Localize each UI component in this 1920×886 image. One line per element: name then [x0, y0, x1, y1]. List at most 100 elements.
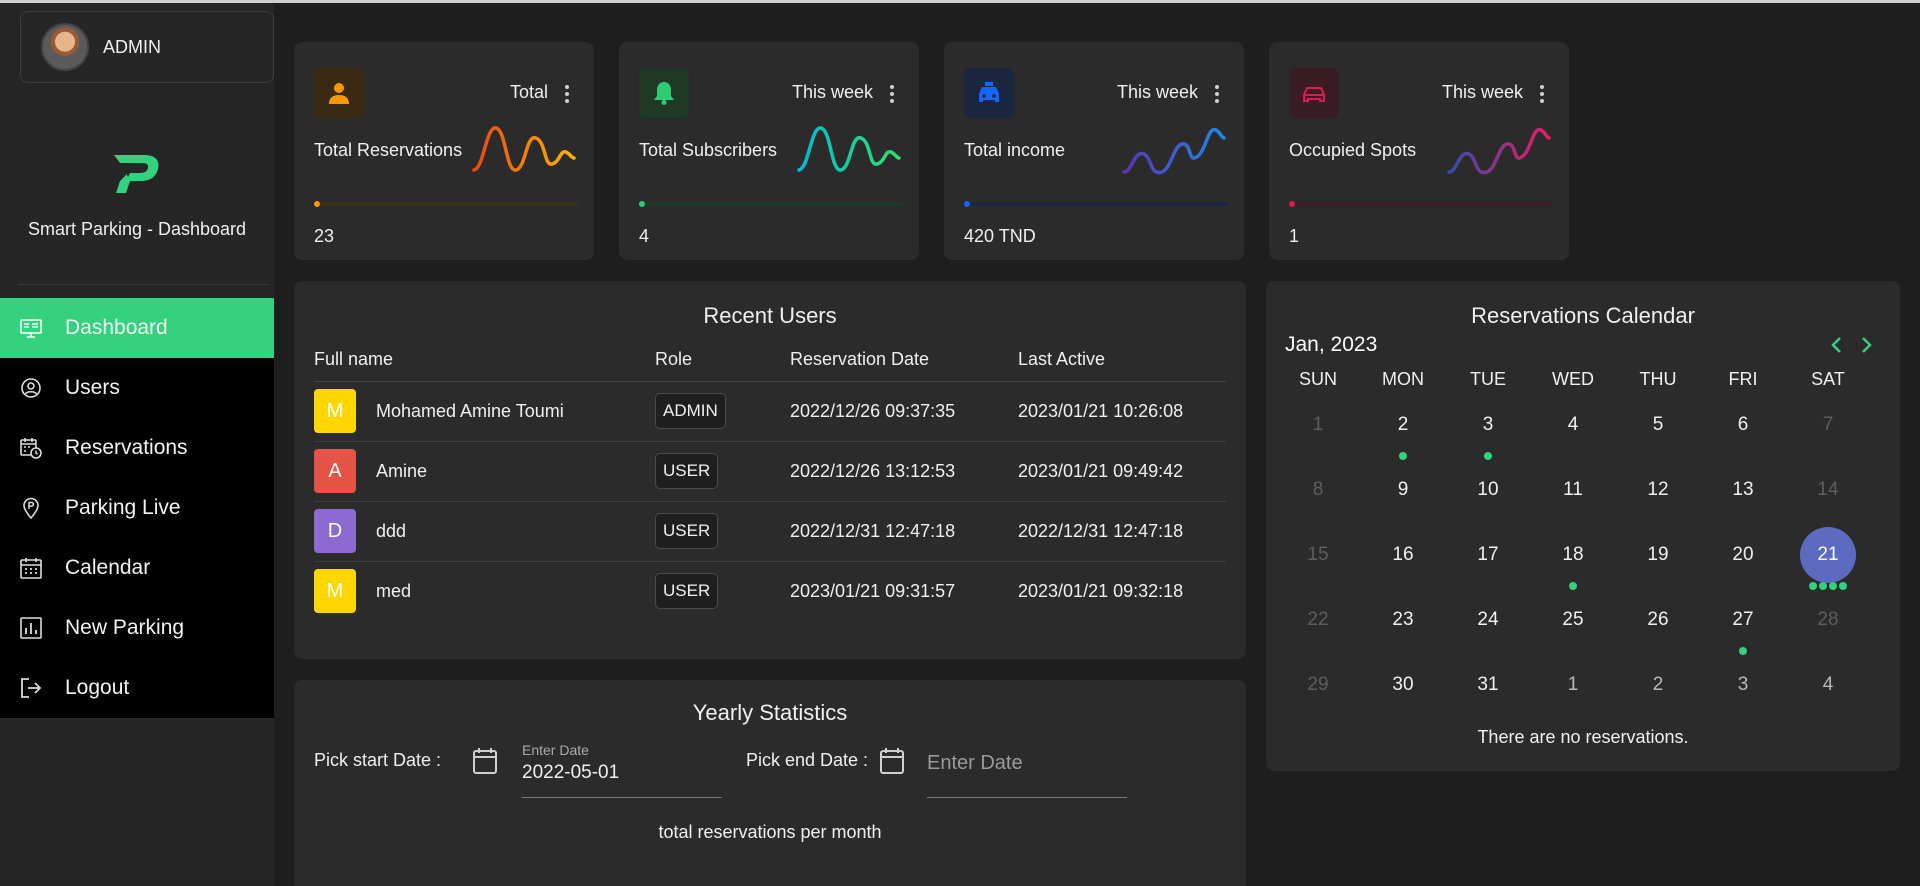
chevron-right-icon[interactable] — [1856, 333, 1878, 357]
user-initial-avatar: M — [314, 389, 356, 433]
reservation-date: 2022/12/26 13:12:53 — [790, 441, 1018, 502]
calendar-day[interactable]: 2 — [1630, 657, 1686, 713]
calendar-day[interactable]: 11 — [1545, 462, 1601, 518]
column-header: Full name — [314, 347, 655, 382]
sparkline — [1447, 127, 1551, 175]
calendar-day[interactable]: 1 — [1545, 657, 1601, 713]
calendar-day[interactable]: 23 — [1375, 592, 1431, 648]
last-active: 2022/12/31 12:47:18 — [1018, 501, 1226, 562]
more-menu-icon[interactable] — [1212, 82, 1222, 106]
stat-period: Total — [509, 82, 548, 102]
sidebar-item-dashboard[interactable]: Dashboard — [0, 298, 274, 358]
calendar-icon[interactable] — [879, 747, 905, 775]
sidebar-item-label: Logout — [65, 676, 130, 699]
sidebar-item-logout[interactable]: Logout — [0, 658, 274, 718]
calendar-day[interactable]: 2 — [1375, 397, 1431, 460]
reservation-dots — [1800, 582, 1856, 590]
calendar-day[interactable]: 21 — [1800, 527, 1856, 590]
more-menu-icon[interactable] — [887, 82, 897, 106]
more-menu-icon[interactable] — [562, 82, 572, 106]
panel-title: Recent Users — [703, 303, 837, 328]
calendar-day[interactable]: 3 — [1715, 657, 1771, 713]
start-date-floating-label: Enter Date — [522, 742, 589, 758]
stat-period: This week — [1441, 82, 1523, 102]
chevron-left-icon[interactable] — [1825, 333, 1847, 357]
divider — [18, 284, 268, 285]
weekday-header: MON — [1382, 369, 1424, 389]
reservation-dots — [1545, 582, 1601, 590]
calendar-day[interactable]: 5 — [1630, 397, 1686, 453]
stat-card-occupied: This week Occupied Spots 1 — [1269, 42, 1569, 260]
calendar-day[interactable]: 15 — [1290, 527, 1346, 583]
sidebar-item-reservations[interactable]: Reservations — [0, 418, 274, 478]
calendar-day[interactable]: 29 — [1290, 657, 1346, 713]
end-date-field[interactable]: Enter Date — [927, 742, 1127, 798]
calendar-day[interactable]: 14 — [1800, 462, 1856, 518]
calendar-day[interactable]: 4 — [1545, 397, 1601, 453]
calendar-day[interactable]: 22 — [1290, 592, 1346, 648]
calendar-day[interactable]: 7 — [1800, 397, 1856, 453]
calendar-day[interactable]: 13 — [1715, 462, 1771, 518]
sidebar-item-users[interactable]: Users — [0, 358, 274, 418]
sidebar-item-parking-live[interactable]: Parking Live — [0, 478, 274, 538]
taxi-icon — [964, 68, 1014, 118]
calendar-day[interactable]: 1 — [1290, 397, 1346, 453]
calendar-day[interactable]: 8 — [1290, 462, 1346, 518]
calendar-day[interactable]: 27 — [1715, 592, 1771, 655]
calendar-day[interactable]: 17 — [1460, 527, 1516, 583]
table-row[interactable]: M Mohamed Amine Toumi ADMIN 2022/12/26 09… — [314, 381, 1226, 442]
user-name: Amine — [376, 460, 428, 481]
sidebar-item-label: Parking Live — [65, 496, 181, 519]
sidebar-item-label: Dashboard — [65, 316, 168, 339]
calendar-day[interactable]: 30 — [1375, 657, 1431, 713]
role-badge: ADMIN — [655, 393, 726, 429]
stat-value: 4 — [639, 226, 650, 246]
table-row[interactable]: Dddd USER 2022/12/31 12:47:18 2022/12/31… — [314, 501, 1226, 562]
calendar-day[interactable]: 9 — [1375, 462, 1431, 518]
stat-card-subscribers: This week Total Subscribers 4 — [619, 42, 919, 260]
calendar-day[interactable]: 31 — [1460, 657, 1516, 713]
weekday-header: SUN — [1298, 369, 1337, 389]
progress-bar — [314, 201, 578, 207]
weekday-header: THU — [1639, 369, 1677, 389]
panel-title: Reservations Calendar — [1471, 303, 1695, 328]
weekday-header: TUE — [1470, 369, 1506, 389]
chart-icon — [20, 617, 42, 639]
monitor-icon — [20, 317, 42, 339]
calendar-icon — [20, 557, 42, 579]
calendar-day[interactable]: 24 — [1460, 592, 1516, 648]
calendar-day[interactable]: 19 — [1630, 527, 1686, 583]
admin-profile[interactable]: ADMIN — [20, 11, 274, 83]
location-pin-icon — [20, 497, 42, 519]
calendar-day[interactable]: 28 — [1800, 592, 1856, 648]
sidebar-item-label: Users — [65, 376, 120, 399]
calendar-icon[interactable] — [472, 747, 498, 775]
calendar-day[interactable]: 25 — [1545, 592, 1601, 648]
calendar-day[interactable]: 20 — [1715, 527, 1771, 583]
calendar-day[interactable]: 3 — [1460, 397, 1516, 460]
sidebar-item-new-parking[interactable]: New Parking — [0, 598, 274, 658]
user-initial-avatar: D — [314, 509, 356, 553]
reservations-calendar: Reservations Calendar Jan, 2023 SUN MON TU… — [1266, 281, 1900, 771]
start-date-field[interactable]: Enter Date 2022-05-01 — [522, 742, 722, 798]
sidebar-item-calendar[interactable]: Calendar — [0, 538, 274, 598]
calendar-day[interactable]: 26 — [1630, 592, 1686, 648]
column-header: Last Active — [1018, 347, 1226, 382]
calendar-day[interactable]: 16 — [1375, 527, 1431, 583]
calendar-day[interactable]: 18 — [1545, 527, 1601, 590]
calendar-day[interactable]: 4 — [1800, 657, 1856, 713]
calendar-day[interactable]: 6 — [1715, 397, 1771, 453]
calendar-day[interactable]: 12 — [1630, 462, 1686, 518]
calendar-day[interactable]: 10 — [1460, 462, 1516, 518]
stat-value: 420 TND — [964, 226, 1036, 246]
user-name: ddd — [376, 520, 407, 541]
calendar-clock-icon — [20, 437, 42, 459]
reservation-dots — [1460, 452, 1516, 460]
panel-title: Yearly Statistics — [692, 700, 848, 725]
more-menu-icon[interactable] — [1537, 82, 1547, 106]
table-row[interactable]: Mmed USER 2023/01/21 09:31:57 2023/01/21… — [314, 561, 1226, 621]
reservation-dots — [1375, 452, 1431, 460]
end-date-placeholder: Enter Date — [927, 752, 1023, 774]
table-row[interactable]: A Amine USER 2022/12/26 13:12:53 2023/01/… — [314, 441, 1226, 502]
sidebar: ADMIN Smart Parking - Dashboard Dashboar… — [0, 3, 274, 886]
